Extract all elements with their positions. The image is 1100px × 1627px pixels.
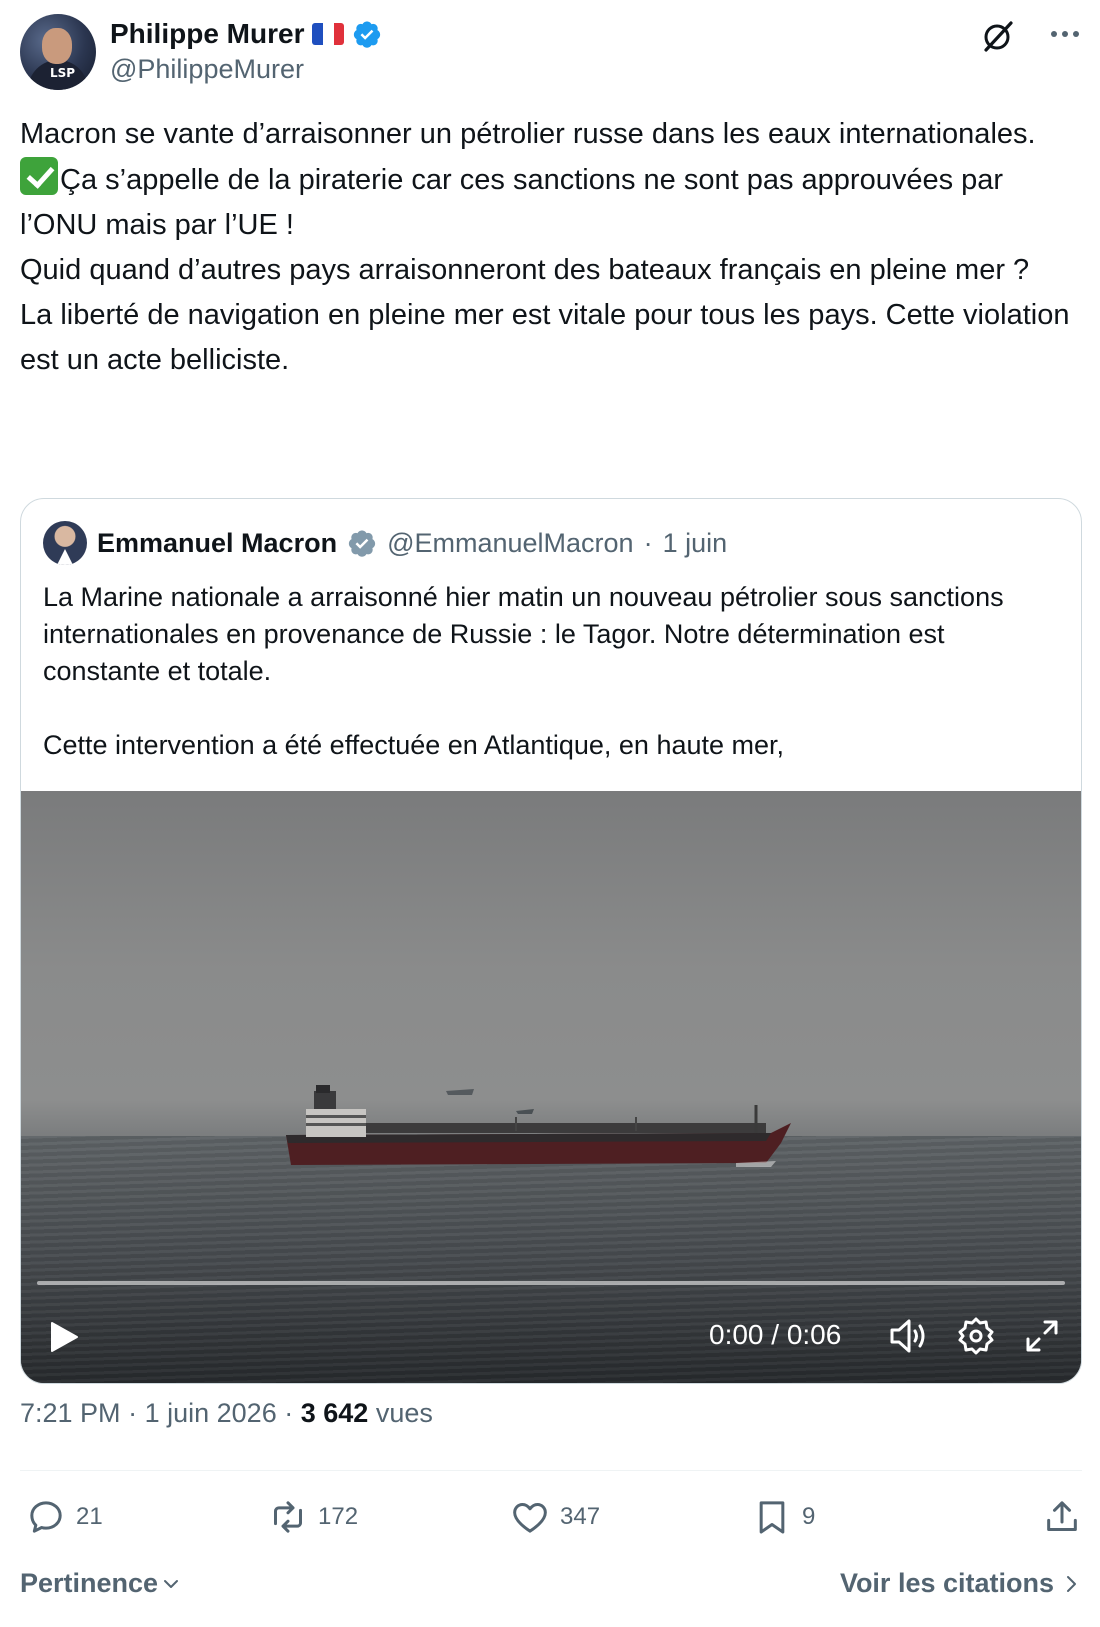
share-button[interactable]: [1042, 1492, 1082, 1542]
reply-button[interactable]: 21: [26, 1492, 103, 1542]
tanker-ship-image: [286, 1085, 791, 1167]
check-mark-emoji-icon: [20, 157, 58, 195]
share-icon: [1047, 1501, 1077, 1531]
grok-icon[interactable]: [980, 18, 1016, 54]
repost-button[interactable]: 172: [268, 1492, 358, 1542]
views-label: vues: [375, 1398, 433, 1428]
divider: [20, 1470, 1082, 1471]
view-quotes-label: Voir les citations: [839, 1568, 1054, 1598]
quoted-author-display-name[interactable]: Emmanuel Macron: [97, 528, 337, 559]
replies-footer: Pertinence Voir les citations: [20, 1568, 1082, 1608]
tweet-line-1: Macron se vante d’arraisonner un pétroli…: [20, 118, 1036, 150]
author-display-name[interactable]: Philippe Murer: [110, 18, 304, 50]
verified-badge-icon[interactable]: [347, 528, 377, 558]
reply-icon: [30, 1501, 62, 1533]
settings-icon[interactable]: [957, 1317, 995, 1355]
video-time: 0:00 / 0:06: [709, 1319, 842, 1350]
quoted-tweet-text: La Marine nationale a arraisonné hier ma…: [43, 582, 1004, 760]
avatar-logo-tag: LSP: [50, 66, 76, 80]
author-handle[interactable]: @PhilippeMurer: [110, 54, 304, 85]
separator-dot: ·: [643, 527, 653, 558]
tweet-line-4: La liberté de navigation en pleine mer e…: [20, 299, 1078, 376]
tweet-line-3: Quid quand d’autres pays arraisonneront …: [20, 254, 1030, 286]
like-icon: [513, 1503, 547, 1533]
tweet-date[interactable]: 1 juin 2026: [145, 1398, 277, 1428]
sort-dropdown[interactable]: Pertinence: [20, 1568, 182, 1599]
quoted-tweet-card[interactable]: Emmanuel Macron @EmmanuelMacron · 1 juin…: [20, 498, 1082, 1384]
separator-dot: ·: [128, 1398, 138, 1428]
tweet-line-2: Ça s’appelle de la piraterie car ces san…: [20, 164, 1012, 241]
reply-count: 21: [76, 1503, 103, 1530]
volume-icon[interactable]: [889, 1317, 929, 1355]
action-bar: 21 172 347 9: [20, 1492, 1082, 1542]
quoted-tweet-header: Emmanuel Macron @EmmanuelMacron · 1 juin: [43, 521, 727, 565]
bookmark-count: 9: [802, 1503, 816, 1530]
quoted-author-avatar[interactable]: [43, 521, 87, 565]
views-count: 3 642: [300, 1398, 369, 1428]
video-progress-bar[interactable]: [37, 1281, 1065, 1285]
bookmark-button[interactable]: 9: [752, 1492, 815, 1542]
like-button[interactable]: 347: [510, 1492, 600, 1542]
more-icon[interactable]: [1050, 28, 1080, 40]
author-avatar[interactable]: LSP: [20, 14, 96, 90]
author-name-row: Philippe Murer: [110, 18, 382, 50]
separator-dot: ·: [284, 1398, 294, 1428]
avatar-face: [42, 28, 72, 64]
play-icon[interactable]: [49, 1321, 79, 1353]
tweet-meta: 7:21 PM · 1 juin 2026 · 3 642 vues: [20, 1398, 433, 1429]
chevron-down-icon: [164, 1579, 179, 1588]
like-count: 347: [560, 1503, 601, 1530]
quoted-author-handle[interactable]: @EmmanuelMacron: [387, 528, 634, 559]
video-controls: 0:00 / 0:06: [21, 1301, 1081, 1371]
quoted-tweet-date[interactable]: 1 juin: [663, 528, 728, 559]
video-player[interactable]: 0:00 / 0:06: [21, 791, 1081, 1383]
france-flag-icon: [312, 23, 345, 45]
bookmark-icon: [759, 1501, 785, 1534]
repost-icon: [274, 1501, 302, 1533]
tweet-text: Macron se vante d’arraisonner un pétroli…: [20, 112, 1080, 383]
view-quotes-link[interactable]: Voir les citations: [840, 1568, 1082, 1599]
fullscreen-icon[interactable]: [1025, 1319, 1059, 1353]
verified-badge-icon[interactable]: [352, 19, 382, 49]
chevron-right-icon: [1067, 1575, 1076, 1592]
repost-count: 172: [318, 1503, 359, 1530]
tweet-time[interactable]: 7:21 PM: [20, 1398, 121, 1428]
sort-label: Pertinence: [20, 1568, 159, 1598]
tweet-header: LSP Philippe Murer @PhilippeMurer: [20, 14, 1080, 94]
